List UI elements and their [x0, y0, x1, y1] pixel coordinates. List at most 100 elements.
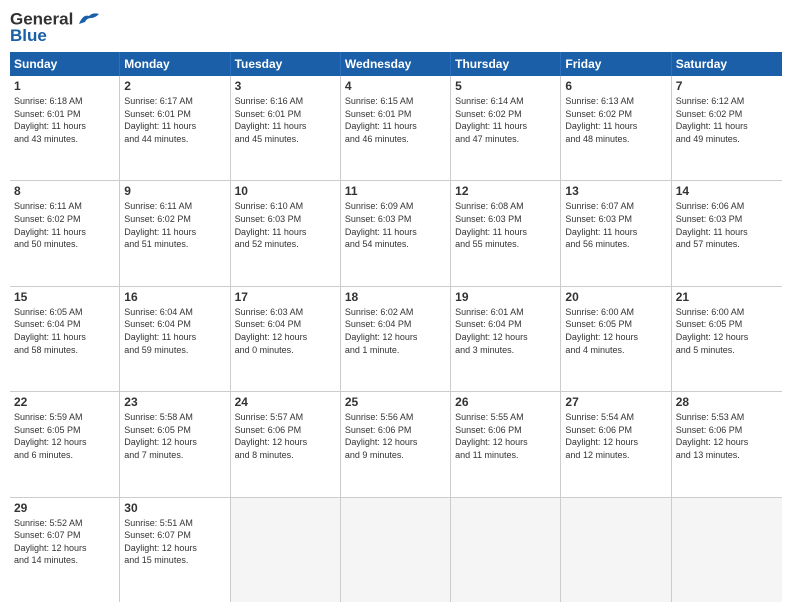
day-info: Sunrise: 6:11 AM Sunset: 6:02 PM Dayligh…: [14, 200, 115, 250]
calendar-week-2: 8 Sunrise: 6:11 AM Sunset: 6:02 PM Daylig…: [10, 181, 782, 286]
day-info: Sunrise: 6:10 AM Sunset: 6:03 PM Dayligh…: [235, 200, 336, 250]
calendar-body: 1 Sunrise: 6:18 AM Sunset: 6:01 PM Daylig…: [10, 76, 782, 602]
calendar-day-25: 25 Sunrise: 5:56 AM Sunset: 6:06 PM Dayli…: [341, 392, 451, 496]
day-info: Sunrise: 6:09 AM Sunset: 6:03 PM Dayligh…: [345, 200, 446, 250]
calendar-day-21: 21 Sunrise: 6:00 AM Sunset: 6:05 PM Dayli…: [672, 287, 782, 391]
day-number: 22: [14, 395, 115, 409]
day-info: Sunrise: 5:55 AM Sunset: 6:06 PM Dayligh…: [455, 411, 556, 461]
day-number: 10: [235, 184, 336, 198]
day-info: Sunrise: 6:12 AM Sunset: 6:02 PM Dayligh…: [676, 95, 778, 145]
day-number: 18: [345, 290, 446, 304]
day-info: Sunrise: 6:16 AM Sunset: 6:01 PM Dayligh…: [235, 95, 336, 145]
day-number: 12: [455, 184, 556, 198]
calendar-day-empty: [341, 498, 451, 602]
logo: General Blue: [10, 10, 105, 46]
calendar-day-23: 23 Sunrise: 5:58 AM Sunset: 6:05 PM Dayli…: [120, 392, 230, 496]
day-number: 6: [565, 79, 666, 93]
day-number: 24: [235, 395, 336, 409]
header-day-thursday: Thursday: [451, 52, 561, 76]
day-number: 5: [455, 79, 556, 93]
day-info: Sunrise: 5:58 AM Sunset: 6:05 PM Dayligh…: [124, 411, 225, 461]
day-number: 25: [345, 395, 446, 409]
day-number: 21: [676, 290, 778, 304]
day-number: 17: [235, 290, 336, 304]
calendar-day-14: 14Sunrise: 6:06 AM Sunset: 6:03 PM Dayli…: [672, 181, 782, 285]
calendar-day-empty: [451, 498, 561, 602]
day-info: Sunrise: 6:06 AM Sunset: 6:03 PM Dayligh…: [676, 200, 778, 250]
calendar-day-27: 27Sunrise: 5:54 AM Sunset: 6:06 PM Dayli…: [561, 392, 671, 496]
day-number: 16: [124, 290, 225, 304]
day-info: Sunrise: 5:52 AM Sunset: 6:07 PM Dayligh…: [14, 517, 115, 567]
calendar-day-15: 15 Sunrise: 6:05 AM Sunset: 6:04 PM Dayli…: [10, 287, 120, 391]
day-info: Sunrise: 5:56 AM Sunset: 6:06 PM Dayligh…: [345, 411, 446, 461]
calendar-day-empty: [561, 498, 671, 602]
day-info: Sunrise: 6:03 AM Sunset: 6:04 PM Dayligh…: [235, 306, 336, 356]
day-info: Sunrise: 6:04 AM Sunset: 6:04 PM Dayligh…: [124, 306, 225, 356]
calendar-week-5: 29 Sunrise: 5:52 AM Sunset: 6:07 PM Dayli…: [10, 498, 782, 602]
day-info: Sunrise: 6:17 AM Sunset: 6:01 PM Dayligh…: [124, 95, 225, 145]
day-info: Sunrise: 6:13 AM Sunset: 6:02 PM Dayligh…: [565, 95, 666, 145]
header-day-tuesday: Tuesday: [231, 52, 341, 76]
calendar-day-1: 1 Sunrise: 6:18 AM Sunset: 6:01 PM Daylig…: [10, 76, 120, 180]
day-number: 9: [124, 184, 225, 198]
day-info: Sunrise: 6:02 AM Sunset: 6:04 PM Dayligh…: [345, 306, 446, 356]
day-number: 4: [345, 79, 446, 93]
calendar-day-7: 7Sunrise: 6:12 AM Sunset: 6:02 PM Daylig…: [672, 76, 782, 180]
day-info: Sunrise: 6:18 AM Sunset: 6:01 PM Dayligh…: [14, 95, 115, 145]
calendar-day-6: 6 Sunrise: 6:13 AM Sunset: 6:02 PM Daylig…: [561, 76, 671, 180]
day-info: Sunrise: 6:11 AM Sunset: 6:02 PM Dayligh…: [124, 200, 225, 250]
day-number: 1: [14, 79, 115, 93]
calendar-day-17: 17 Sunrise: 6:03 AM Sunset: 6:04 PM Dayli…: [231, 287, 341, 391]
day-number: 28: [676, 395, 778, 409]
calendar-header: SundayMondayTuesdayWednesdayThursdayFrid…: [10, 52, 782, 76]
calendar-day-empty: [231, 498, 341, 602]
day-info: Sunrise: 6:08 AM Sunset: 6:03 PM Dayligh…: [455, 200, 556, 250]
day-number: 29: [14, 501, 115, 515]
day-info: Sunrise: 5:57 AM Sunset: 6:06 PM Dayligh…: [235, 411, 336, 461]
header-day-monday: Monday: [120, 52, 230, 76]
header-day-wednesday: Wednesday: [341, 52, 451, 76]
calendar-day-29: 29 Sunrise: 5:52 AM Sunset: 6:07 PM Dayli…: [10, 498, 120, 602]
calendar-week-1: 1 Sunrise: 6:18 AM Sunset: 6:01 PM Daylig…: [10, 76, 782, 181]
calendar-day-30: 30 Sunrise: 5:51 AM Sunset: 6:07 PM Dayli…: [120, 498, 230, 602]
calendar-day-28: 28Sunrise: 5:53 AM Sunset: 6:06 PM Dayli…: [672, 392, 782, 496]
calendar-day-24: 24 Sunrise: 5:57 AM Sunset: 6:06 PM Dayli…: [231, 392, 341, 496]
calendar-day-9: 9 Sunrise: 6:11 AM Sunset: 6:02 PM Daylig…: [120, 181, 230, 285]
calendar-day-8: 8 Sunrise: 6:11 AM Sunset: 6:02 PM Daylig…: [10, 181, 120, 285]
day-info: Sunrise: 5:59 AM Sunset: 6:05 PM Dayligh…: [14, 411, 115, 461]
day-info: Sunrise: 6:00 AM Sunset: 6:05 PM Dayligh…: [676, 306, 778, 356]
day-info: Sunrise: 5:51 AM Sunset: 6:07 PM Dayligh…: [124, 517, 225, 567]
day-number: 26: [455, 395, 556, 409]
calendar-day-22: 22 Sunrise: 5:59 AM Sunset: 6:05 PM Dayli…: [10, 392, 120, 496]
calendar-day-18: 18 Sunrise: 6:02 AM Sunset: 6:04 PM Dayli…: [341, 287, 451, 391]
calendar-week-4: 22 Sunrise: 5:59 AM Sunset: 6:05 PM Dayli…: [10, 392, 782, 497]
day-info: Sunrise: 6:05 AM Sunset: 6:04 PM Dayligh…: [14, 306, 115, 356]
calendar-day-12: 12 Sunrise: 6:08 AM Sunset: 6:03 PM Dayli…: [451, 181, 561, 285]
day-number: 23: [124, 395, 225, 409]
day-number: 20: [565, 290, 666, 304]
header-day-friday: Friday: [561, 52, 671, 76]
calendar-day-3: 3 Sunrise: 6:16 AM Sunset: 6:01 PM Daylig…: [231, 76, 341, 180]
calendar-day-26: 26 Sunrise: 5:55 AM Sunset: 6:06 PM Dayli…: [451, 392, 561, 496]
header-day-saturday: Saturday: [672, 52, 782, 76]
calendar-day-4: 4Sunrise: 6:15 AM Sunset: 6:01 PM Daylig…: [341, 76, 451, 180]
day-number: 15: [14, 290, 115, 304]
calendar-day-13: 13 Sunrise: 6:07 AM Sunset: 6:03 PM Dayli…: [561, 181, 671, 285]
day-info: Sunrise: 6:14 AM Sunset: 6:02 PM Dayligh…: [455, 95, 556, 145]
day-info: Sunrise: 6:07 AM Sunset: 6:03 PM Dayligh…: [565, 200, 666, 250]
header-day-sunday: Sunday: [10, 52, 120, 76]
calendar-day-19: 19Sunrise: 6:01 AM Sunset: 6:04 PM Dayli…: [451, 287, 561, 391]
day-number: 3: [235, 79, 336, 93]
day-number: 11: [345, 184, 446, 198]
logo-bird-icon: [75, 10, 103, 30]
day-info: Sunrise: 5:54 AM Sunset: 6:06 PM Dayligh…: [565, 411, 666, 461]
day-number: 13: [565, 184, 666, 198]
calendar: SundayMondayTuesdayWednesdayThursdayFrid…: [10, 52, 782, 602]
calendar-day-2: 2Sunrise: 6:17 AM Sunset: 6:01 PM Daylig…: [120, 76, 230, 180]
day-number: 30: [124, 501, 225, 515]
calendar-week-3: 15 Sunrise: 6:05 AM Sunset: 6:04 PM Dayli…: [10, 287, 782, 392]
calendar-day-11: 11 Sunrise: 6:09 AM Sunset: 6:03 PM Dayli…: [341, 181, 451, 285]
day-info: Sunrise: 6:00 AM Sunset: 6:05 PM Dayligh…: [565, 306, 666, 356]
day-number: 8: [14, 184, 115, 198]
calendar-day-10: 10 Sunrise: 6:10 AM Sunset: 6:03 PM Dayli…: [231, 181, 341, 285]
